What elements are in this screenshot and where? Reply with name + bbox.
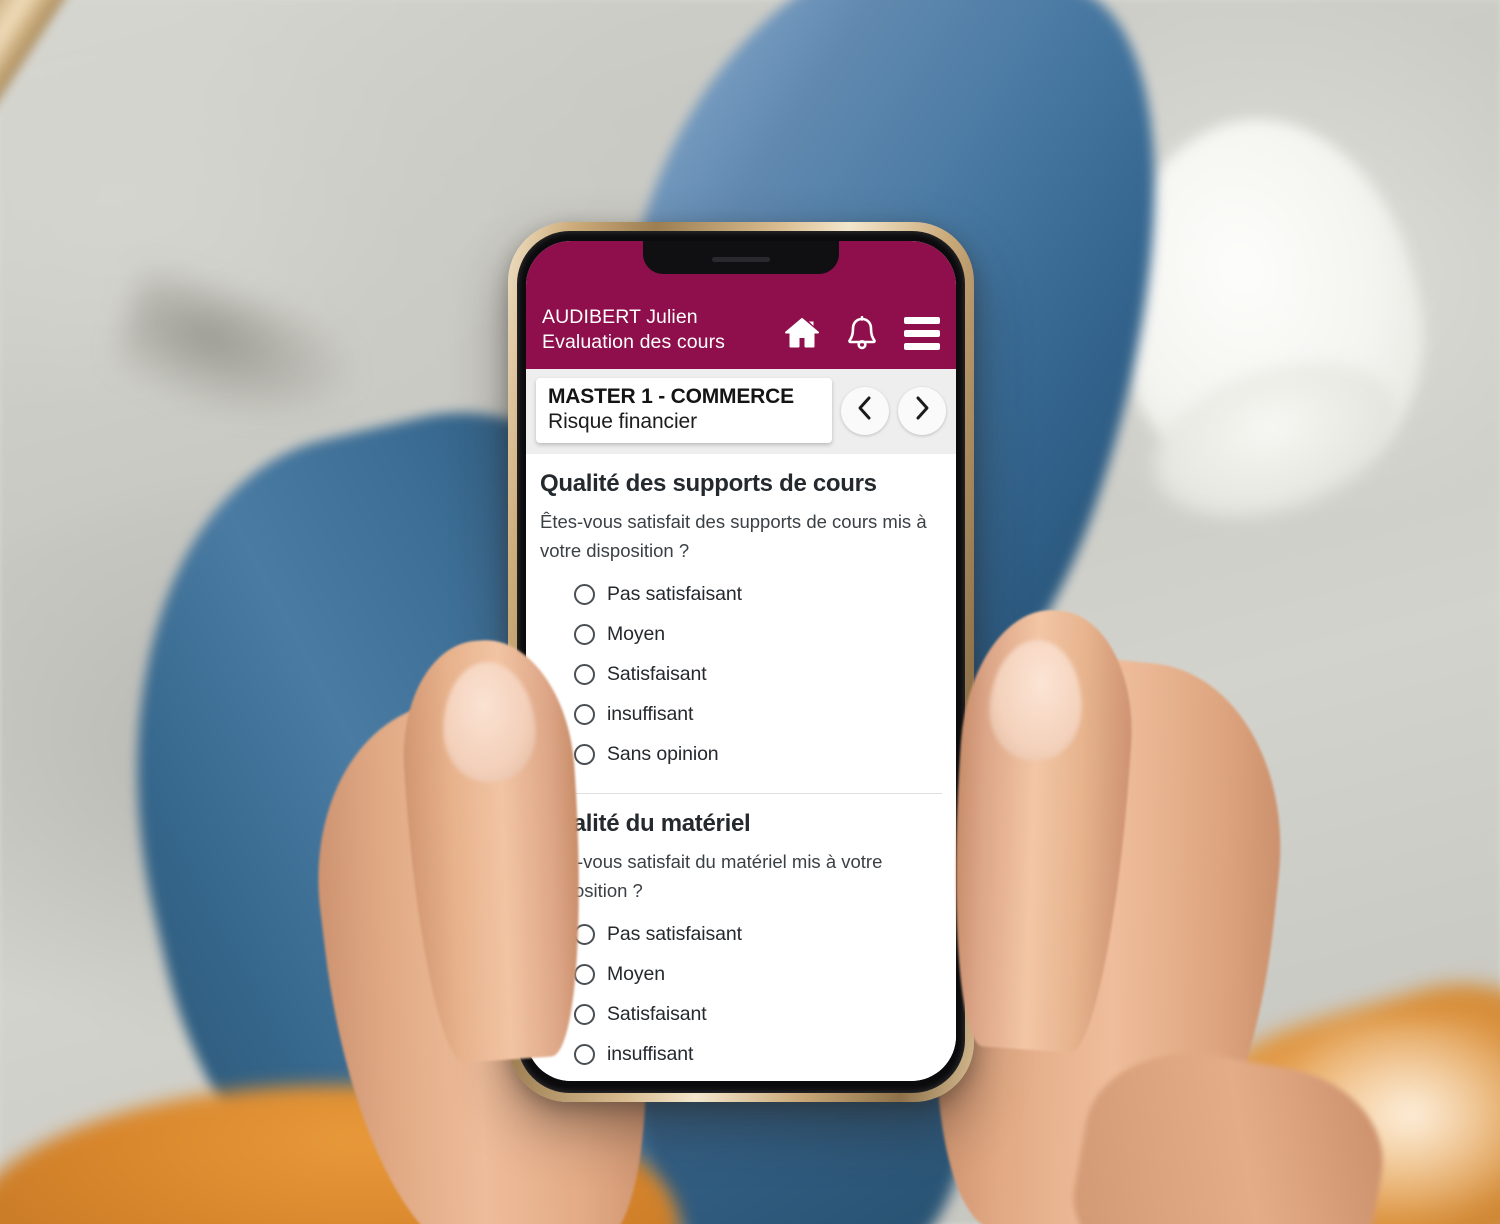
option-row[interactable]: Satisfaisant <box>574 655 942 695</box>
option-row[interactable]: Satisfaisant <box>574 994 942 1034</box>
phone-screen: AUDIBERT Julien Evaluation des cours MAS… <box>526 241 956 1081</box>
radio-button[interactable] <box>574 624 595 646</box>
chevron-right-icon <box>912 395 932 426</box>
previous-course-button[interactable] <box>841 386 889 435</box>
smartphone-device: AUDIBERT Julien Evaluation des cours MAS… <box>508 222 974 1102</box>
option-label: Sans opinion <box>607 743 719 766</box>
radio-button[interactable] <box>574 1003 595 1025</box>
header-titles: AUDIBERT Julien Evaluation des cours <box>542 305 725 355</box>
option-label: Pas satisfaisant <box>607 583 742 606</box>
question-title: Qualité des supports de cours <box>540 470 877 497</box>
question-block-materiel: Qualité du matériel Êtes-vous satisfait … <box>540 792 942 1081</box>
question-text: Êtes-vous satisfait des supports de cour… <box>540 511 927 561</box>
option-label: insuffisant <box>607 703 694 726</box>
hamburger-bar-2 <box>904 329 940 337</box>
current-course-card[interactable]: MASTER 1 - COMMERCE Risque financier <box>536 378 832 443</box>
evaluation-form: Qualité des supports de cours Êtes-vous … <box>526 454 956 1081</box>
option-label: Satisfaisant <box>607 1002 707 1025</box>
hamburger-menu-icon[interactable] <box>904 316 940 350</box>
radio-button[interactable] <box>574 664 595 686</box>
option-row[interactable]: Moyen <box>574 954 942 994</box>
course-name-label: Risque financier <box>548 410 697 433</box>
header-user-name: AUDIBERT Julien <box>542 306 698 329</box>
phone-notch <box>643 241 839 274</box>
header-section-title: Evaluation des cours <box>542 331 726 354</box>
radio-button[interactable] <box>574 584 595 606</box>
radio-button[interactable] <box>574 704 595 726</box>
option-row[interactable]: insuffisant <box>574 1034 942 1074</box>
option-list: Pas satisfaisant Moyen Satisfaisant insu… <box>540 914 942 1074</box>
home-icon[interactable] <box>784 317 820 349</box>
option-label: Moyen <box>607 623 666 646</box>
radio-button[interactable] <box>574 963 595 985</box>
hamburger-bar-1 <box>904 316 940 324</box>
option-label: insuffisant <box>607 1042 694 1065</box>
photo-scene: AUDIBERT Julien Evaluation des cours MAS… <box>0 0 1500 1224</box>
option-row[interactable]: Sans opinion <box>574 735 942 775</box>
next-course-button[interactable] <box>898 386 946 435</box>
radio-button[interactable] <box>574 744 595 766</box>
header-icon-group <box>784 316 940 355</box>
phone-bezel: AUDIBERT Julien Evaluation des cours MAS… <box>517 231 965 1093</box>
question-title: Qualité du matériel <box>540 809 751 837</box>
option-label: Pas satisfaisant <box>607 922 742 945</box>
option-list: Pas satisfaisant Moyen Satisfaisant insu… <box>540 575 942 775</box>
earpiece-speaker <box>712 257 770 262</box>
bell-icon[interactable] <box>846 316 878 350</box>
question-text: Êtes-vous satisfait du matériel mis à vo… <box>540 850 883 901</box>
option-label: Satisfaisant <box>607 663 707 686</box>
option-row[interactable]: Pas satisfaisant <box>574 914 942 954</box>
radio-button[interactable] <box>574 1043 595 1065</box>
course-program-label: MASTER 1 - COMMERCE <box>548 385 794 408</box>
chevron-left-icon <box>855 395 875 426</box>
option-row[interactable]: Pas satisfaisant <box>574 575 942 615</box>
course-selector-bar: MASTER 1 - COMMERCE Risque financier <box>526 369 956 454</box>
option-row[interactable]: insuffisant <box>574 695 942 735</box>
question-block-supports: Qualité des supports de cours Êtes-vous … <box>540 454 942 793</box>
option-row[interactable]: Moyen <box>574 615 942 655</box>
hamburger-bar-3 <box>904 342 940 350</box>
option-label: Moyen <box>607 962 666 985</box>
